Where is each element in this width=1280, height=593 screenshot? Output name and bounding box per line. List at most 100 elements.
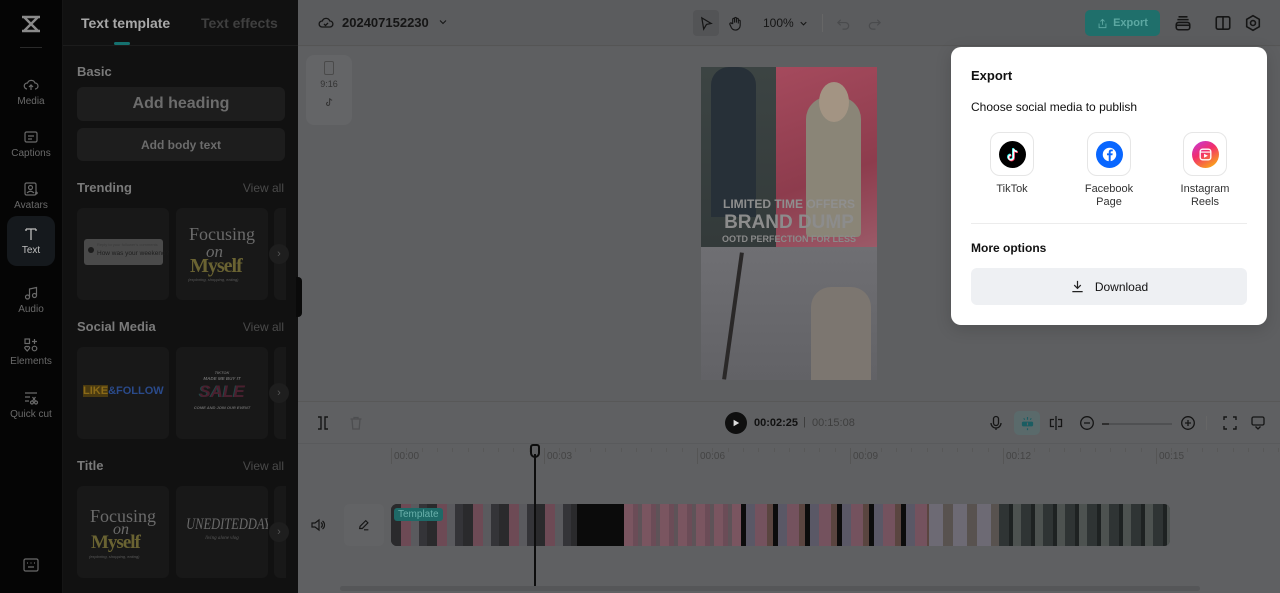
toolbar-divider [822,14,823,32]
template-card[interactable]: Reply to your follower's comments How wa… [77,208,169,300]
timeline-zoom-slider[interactable] [1102,423,1172,425]
ruler-major-tick [1156,448,1157,464]
ruler-minor-tick [513,448,515,452]
ruler-minor-tick [895,448,897,452]
rail-item-text[interactable]: Text [7,216,55,266]
publish-facebook-page-button[interactable]: Facebook Page [1069,132,1149,209]
publish-instagram-reels-button[interactable]: Instagram Reels [1165,132,1245,209]
split-clip-icon[interactable] [315,415,331,431]
clip-segment[interactable] [741,504,929,546]
keyboard-shortcuts-icon[interactable] [23,558,39,572]
clip-segment[interactable] [999,504,1170,546]
social-media-view-all-link[interactable]: View all [243,320,284,334]
redo-button[interactable] [861,10,887,36]
card-text-follow: &FOLLOW [108,385,164,397]
edit-track-button[interactable] [344,504,384,546]
clip-segment[interactable] [929,504,999,546]
rail-label: Audio [18,303,44,315]
add-heading-button[interactable]: Add heading [77,87,285,121]
rail-item-elements[interactable]: Elements [7,328,55,376]
undo-button[interactable] [830,10,856,36]
left-rail: Media Captions Avatars Text Audio Elemen… [0,0,63,593]
hand-tool-button[interactable] [722,10,748,36]
zoom-out-icon[interactable] [1079,415,1095,431]
layers-icon[interactable] [1174,14,1192,32]
template-card[interactable]: TIKTOK MADE ME BUY IT SALE COME AND JOIN… [176,347,268,439]
template-tag: Template [394,508,443,521]
title-view-all-link[interactable]: View all [243,459,284,473]
carousel-next-button[interactable]: › [269,383,289,403]
rail-item-media[interactable]: Media [7,68,55,116]
ruler-minor-tick [681,448,683,452]
basic-section-title: Basic [77,64,112,79]
ruler-minor-tick [605,448,607,452]
carousel-next-button[interactable]: › [269,244,289,264]
fullscreen-icon[interactable] [1222,415,1238,431]
aspect-ratio-value: 9:16 [320,79,338,89]
clip-segment[interactable] [624,504,741,546]
play-button[interactable] [725,412,747,434]
ruler-label: 00:12 [1006,451,1032,462]
capcut-logo-icon[interactable] [19,12,43,36]
social-media-section-title: Social Media [77,319,156,334]
template-card[interactable]: Focusing on Myself (exploring, shopping,… [77,486,169,578]
cloud-upload-icon [23,79,39,90]
ruler-minor-tick [635,448,637,452]
rail-item-quick-cut[interactable]: Quick cut [7,380,55,430]
card-text-line: MADE ME BUY IT [203,376,241,381]
add-body-text-button[interactable]: Add body text [77,128,285,161]
tab-text-template[interactable]: Text template [81,15,170,31]
select-tool-button[interactable] [693,10,719,36]
download-icon [1072,280,1083,293]
template-card[interactable]: LIKE&FOLLOW [77,347,169,439]
ruler-minor-tick [1110,448,1112,452]
export-button[interactable]: Export [1085,10,1160,36]
template-card[interactable]: Focusing on Myself (exploring, shopping,… [176,208,268,300]
zoom-in-icon[interactable] [1180,415,1196,431]
zoom-select[interactable]: 100% [763,16,809,30]
carousel-next-button[interactable]: › [269,522,289,542]
collapse-timeline-icon[interactable] [1250,415,1266,431]
ruler-label: 00:06 [700,451,726,462]
chevron-right-icon: › [277,248,281,260]
delete-trash-icon[interactable] [348,415,364,431]
publish-tiktok-button[interactable]: TikTok [972,132,1052,196]
clip-segment[interactable] [577,504,624,546]
download-button[interactable]: Download [971,268,1247,305]
ruler-minor-tick [1171,448,1173,452]
current-time: 00:02:25 [754,417,799,429]
avatar-dot-icon [88,247,94,253]
panel-collapse-handle[interactable] [296,277,302,317]
playhead-line[interactable] [534,454,536,586]
speaker-volume-icon[interactable] [310,517,326,533]
rail-item-audio[interactable]: Audio [7,276,55,324]
microphone-icon[interactable] [988,415,1004,431]
card-text-sale: SALE [199,382,245,401]
auto-snap-toggle[interactable] [1014,411,1040,435]
template-card[interactable]: UNEDITEDDAY living alone vlog [176,486,268,578]
reply-bubble: Reply to your follower's comments How wa… [84,239,169,265]
project-title[interactable]: 202407152230 [318,14,449,30]
ruler-minor-tick [467,448,469,452]
rail-label: Quick cut [10,408,52,420]
cloud-saved-icon [318,17,334,28]
more-options-label: More options [971,241,1047,255]
rail-item-avatars[interactable]: Avatars [7,172,55,220]
aspect-ratio-selector[interactable]: 9:16 [306,55,352,125]
split-panel-icon[interactable] [1214,14,1232,32]
rail-item-captions[interactable]: Captions [7,120,55,168]
settings-gear-icon[interactable] [1244,14,1262,32]
project-name: 202407152230 [342,14,429,30]
instagram-reels-icon [1191,140,1219,168]
video-preview[interactable]: LIMITED TIME OFFERS BRAND DUMP OOTD PERF… [701,67,877,380]
timeline-horizontal-scrollbar[interactable] [340,586,1200,591]
video-track-clip[interactable] [391,504,1170,546]
preview-figure [711,67,756,217]
social-label: TikTok [996,183,1028,195]
align-center-icon[interactable] [1048,415,1064,431]
ruler-minor-tick [482,448,484,452]
tab-text-effects[interactable]: Text effects [201,15,278,31]
active-tab-indicator [114,42,130,45]
trending-view-all-link[interactable]: View all [243,181,284,195]
elements-icon [24,337,38,352]
